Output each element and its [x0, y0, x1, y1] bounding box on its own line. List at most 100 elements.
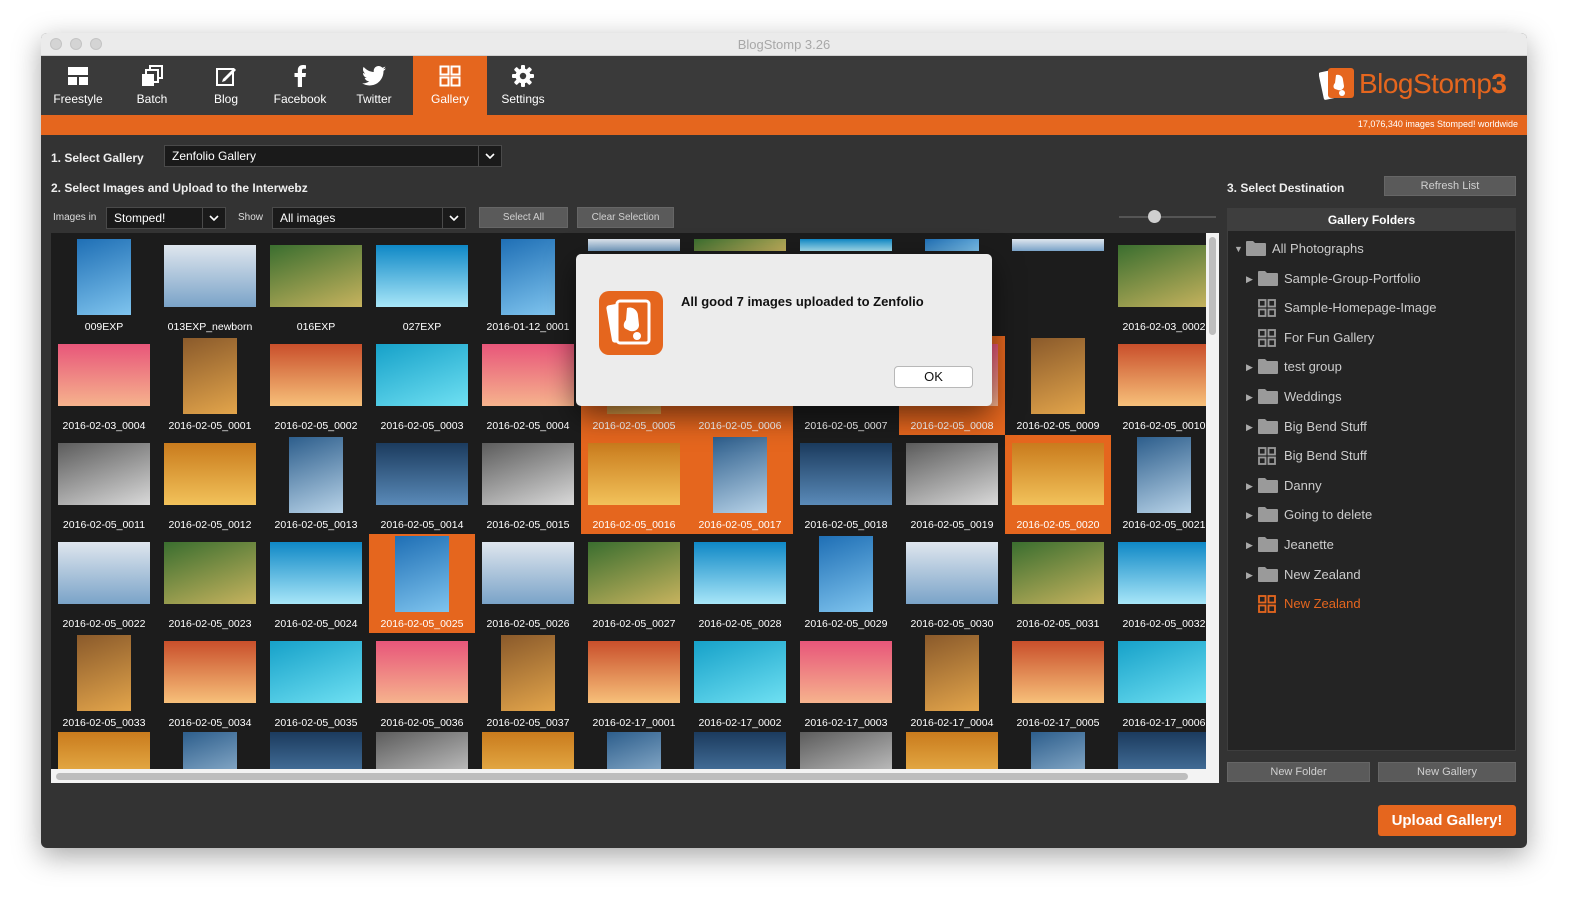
image-tile[interactable]: 2016-02-05_0022 — [51, 534, 157, 633]
new-gallery-button[interactable]: New Gallery — [1378, 762, 1516, 782]
image-tile[interactable]: 2016-02-05_0035 — [263, 633, 369, 732]
image-tile[interactable]: 2016-02-05_0033 — [51, 633, 157, 732]
gallery-item[interactable]: Sample-Homepage-Image — [1228, 298, 1515, 318]
image-tile[interactable]: 2016-02-05_0001 — [157, 336, 263, 435]
disclosure-closed-icon[interactable]: ▶ — [1246, 510, 1253, 521]
image-filename: 2016-02-05_0027 — [592, 618, 676, 630]
image-tile[interactable]: 2016-02-05_0021 — [1111, 435, 1217, 534]
image-tile[interactable]: 2016-02-05_0030 — [899, 534, 1005, 633]
image-tile[interactable]: 2016-02-17_0001 — [581, 633, 687, 732]
tool-facebook[interactable]: Facebook — [263, 56, 337, 115]
image-tile[interactable] — [1005, 237, 1111, 336]
image-tile[interactable]: 2016-02-17_0005 — [1005, 633, 1111, 732]
tool-freestyle[interactable]: Freestyle — [41, 56, 115, 115]
image-tile[interactable]: 2016-02-05_0017 — [687, 435, 793, 534]
image-filename: 2016-02-05_0030 — [910, 618, 994, 630]
disclosure-open-icon[interactable]: ▼ — [1234, 244, 1243, 254]
image-tile[interactable]: 2016-02-05_0036 — [369, 633, 475, 732]
image-tile[interactable]: 2016-02-05_0009 — [1005, 336, 1111, 435]
folder-item[interactable]: ▶ Danny — [1228, 476, 1515, 496]
gallery-service-select[interactable]: Zenfolio Gallery — [164, 145, 502, 167]
image-filename: 2016-02-17_0006 — [1122, 717, 1206, 729]
image-tile[interactable]: 2016-02-05_0013 — [263, 435, 369, 534]
image-tile[interactable]: 2016-02-17_0002 — [687, 633, 793, 732]
folder-item[interactable]: ▶ Sample-Group-Portfolio — [1228, 269, 1515, 289]
image-tile[interactable]: 2016-02-05_0018 — [793, 435, 899, 534]
image-tile[interactable]: 013EXP_newborn — [157, 237, 263, 336]
image-tile[interactable]: 2016-02-03_0002 — [1111, 237, 1217, 336]
image-tile[interactable]: 2016-02-05_0028 — [687, 534, 793, 633]
image-tile[interactable]: 2016-02-17_0006 — [1111, 633, 1217, 732]
image-tile[interactable]: 016EXP — [263, 237, 369, 336]
thumbnail-size-slider-thumb[interactable] — [1148, 210, 1161, 223]
disclosure-closed-icon[interactable]: ▶ — [1246, 540, 1253, 551]
image-tile[interactable]: 2016-02-17_0004 — [899, 633, 1005, 732]
image-tile[interactable]: 2016-02-03_0004 — [51, 336, 157, 435]
grid-horizontal-scrollbar[interactable] — [51, 769, 1219, 783]
image-tile[interactable]: 2016-01-12_0001 — [475, 237, 581, 336]
scrollbar-thumb[interactable] — [56, 773, 1188, 780]
image-tile[interactable]: 2016-02-05_0004 — [475, 336, 581, 435]
image-filename: 2016-02-17_0005 — [1016, 717, 1100, 729]
select-all-button[interactable]: Select All — [479, 207, 568, 228]
image-tile[interactable]: 009EXP — [51, 237, 157, 336]
image-tile[interactable]: 2016-02-05_0029 — [793, 534, 899, 633]
image-tile[interactable]: 2016-02-05_0027 — [581, 534, 687, 633]
folder-item[interactable]: ▶ New Zealand — [1228, 565, 1515, 585]
images-in-select[interactable]: Stomped! — [106, 207, 226, 229]
thumbnail-size-slider[interactable] — [1119, 216, 1216, 218]
upload-gallery-button[interactable]: Upload Gallery! — [1378, 805, 1516, 836]
new-folder-button[interactable]: New Folder — [1227, 762, 1370, 782]
gallery-item[interactable]: Big Bend Stuff — [1228, 446, 1515, 466]
disclosure-closed-icon[interactable]: ▶ — [1246, 274, 1253, 285]
image-tile[interactable]: 2016-02-05_0015 — [475, 435, 581, 534]
clear-selection-button[interactable]: Clear Selection — [577, 207, 674, 228]
grid-vertical-scrollbar[interactable] — [1206, 233, 1219, 783]
image-tile[interactable]: 2016-02-05_0024 — [263, 534, 369, 633]
disclosure-closed-icon[interactable]: ▶ — [1246, 570, 1253, 581]
disclosure-closed-icon[interactable]: ▶ — [1246, 422, 1253, 433]
image-tile[interactable]: 2016-02-05_0037 — [475, 633, 581, 732]
image-tile[interactable]: 2016-02-05_0011 — [51, 435, 157, 534]
image-tile[interactable]: 2016-02-05_0010 — [1111, 336, 1217, 435]
gallery-grid-icon — [1258, 447, 1276, 468]
folder-item[interactable]: ▶ test group — [1228, 357, 1515, 377]
image-tile[interactable]: 2016-02-05_0019 — [899, 435, 1005, 534]
tool-settings[interactable]: Settings — [487, 56, 559, 115]
dialog-ok-button[interactable]: OK — [894, 366, 973, 388]
disclosure-closed-icon[interactable]: ▶ — [1246, 481, 1253, 492]
image-tile[interactable]: 2016-02-05_0032 — [1111, 534, 1217, 633]
scrollbar-thumb[interactable] — [1209, 237, 1216, 335]
image-tile[interactable]: 2016-02-05_0026 — [475, 534, 581, 633]
disclosure-closed-icon[interactable]: ▶ — [1246, 392, 1253, 403]
image-tile[interactable]: 2016-02-05_0023 — [157, 534, 263, 633]
image-tile[interactable]: 2016-02-17_0003 — [793, 633, 899, 732]
image-tile[interactable]: 2016-02-05_0020 — [1005, 435, 1111, 534]
title-bar: BlogStomp 3.26 — [41, 33, 1527, 56]
folder-label: Going to delete — [1284, 507, 1373, 523]
folder-label: Big Bend Stuff — [1284, 448, 1367, 464]
image-tile[interactable]: 2016-02-05_0031 — [1005, 534, 1111, 633]
image-tile[interactable]: 2016-02-05_0003 — [369, 336, 475, 435]
image-tile[interactable]: 2016-02-05_0014 — [369, 435, 475, 534]
folder-item[interactable]: ▶ Weddings — [1228, 387, 1515, 407]
disclosure-closed-icon[interactable]: ▶ — [1246, 362, 1253, 373]
tool-batch[interactable]: Batch — [115, 56, 189, 115]
folder-item[interactable]: ▼ All Photographs — [1228, 239, 1515, 259]
image-tile[interactable]: 2016-02-05_0012 — [157, 435, 263, 534]
image-tile[interactable]: 027EXP — [369, 237, 475, 336]
image-tile[interactable]: 2016-02-05_0002 — [263, 336, 369, 435]
image-tile[interactable]: 2016-02-05_0025 — [369, 534, 475, 633]
folder-item[interactable]: ▶ Going to delete — [1228, 505, 1515, 525]
image-tile[interactable]: 2016-02-05_0034 — [157, 633, 263, 732]
image-tile[interactable]: 2016-02-05_0016 — [581, 435, 687, 534]
gallery-item[interactable]: New Zealand — [1228, 594, 1515, 614]
refresh-list-button[interactable]: Refresh List — [1384, 176, 1516, 196]
tool-gallery[interactable]: Gallery — [413, 56, 487, 115]
tool-twitter[interactable]: Twitter — [337, 56, 411, 115]
show-filter-select[interactable]: All images — [272, 207, 466, 229]
tool-blog[interactable]: Blog — [189, 56, 263, 115]
gallery-item[interactable]: For Fun Gallery — [1228, 328, 1515, 348]
folder-item[interactable]: ▶ Big Bend Stuff — [1228, 417, 1515, 437]
folder-item[interactable]: ▶ Jeanette — [1228, 535, 1515, 555]
